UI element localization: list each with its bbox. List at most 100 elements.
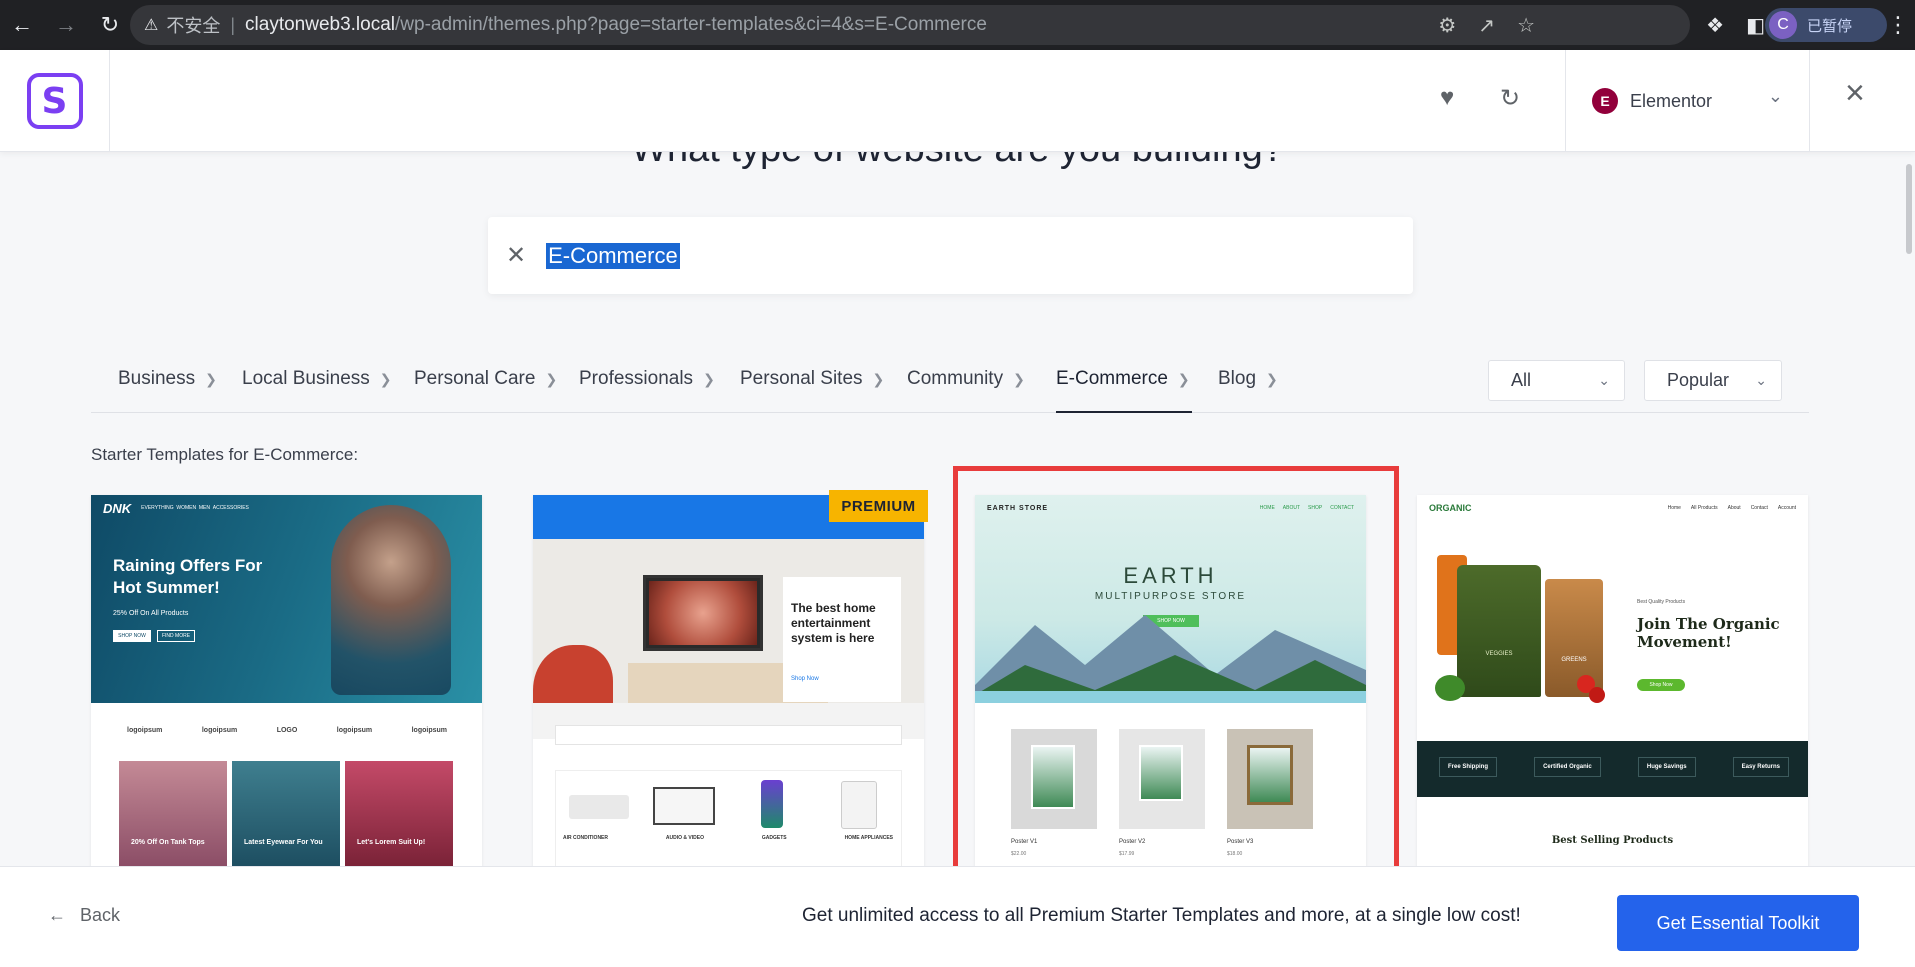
forward-arrow-icon[interactable]: → xyxy=(44,0,88,50)
template-nav-item: About xyxy=(1727,505,1741,511)
results-subtitle: Starter Templates for E-Commerce: xyxy=(91,445,359,464)
translate-icon[interactable]: ⚙ xyxy=(1438,13,1456,38)
category-tab-personal-care[interactable]: Personal Care ❯ xyxy=(414,368,557,413)
category-tab-e-commerce[interactable]: E-Commerce ❯ xyxy=(1056,368,1192,413)
tile-label: Let's Lorem Suit Up! xyxy=(357,839,426,846)
logo-item: logoipsum xyxy=(127,727,163,734)
close-icon[interactable]: × xyxy=(1845,74,1865,113)
page-heading: What type of website are you building? xyxy=(0,152,1915,171)
chevron-down-icon: ⌄ xyxy=(1755,372,1767,388)
category-label: E-Commerce xyxy=(1056,368,1168,389)
product-price: $22.00 xyxy=(1011,851,1027,857)
app-header: S ♥ ↻ E Elementor ⌄ × xyxy=(0,50,1915,152)
category-label: Community xyxy=(907,368,1004,389)
page-scrollbar[interactable] xyxy=(1903,152,1915,866)
template-nav-item: CONTACT xyxy=(1330,505,1354,511)
category-label: Personal Sites xyxy=(740,368,863,389)
template-eyebrow: Best Quality Products xyxy=(1637,599,1686,605)
chevron-down-icon: ❯ xyxy=(872,371,885,387)
category-tab-community[interactable]: Community ❯ xyxy=(907,368,1025,413)
share-icon[interactable]: ↗ xyxy=(1478,13,1495,38)
logo-container: S xyxy=(0,50,110,152)
promo-text: Get unlimited access to all Premium Star… xyxy=(802,905,1521,926)
product-label: AIR CONDITIONER xyxy=(563,835,608,841)
template-btn: SHOP NOW xyxy=(113,630,151,642)
search-box[interactable]: ✕ E-Commerce xyxy=(488,217,1413,294)
reload-icon[interactable]: ↻ xyxy=(88,0,132,50)
bag-label: GREENS xyxy=(1545,579,1603,697)
side-panel-icon[interactable]: ◧ xyxy=(1746,13,1765,38)
product-price: $17.99 xyxy=(1119,851,1135,857)
browser-menu-icon[interactable]: ⋮ xyxy=(1887,0,1909,50)
starter-templates-logo: S xyxy=(26,73,83,129)
get-essential-toolkit-button[interactable]: Get Essential Toolkit xyxy=(1617,895,1859,951)
template-link: Shop Now xyxy=(791,676,819,682)
template-preview: EARTH STORE HOME ABOUT SHOP CONTACT EART… xyxy=(975,495,1366,867)
profile-button[interactable]: C 已暂停 xyxy=(1765,8,1887,42)
back-label: Back xyxy=(80,905,121,925)
chevron-down-icon: ❯ xyxy=(379,371,392,387)
template-preview: ORGANIC Home All Products About Contact … xyxy=(1417,495,1808,867)
category-label: Business xyxy=(118,368,196,389)
template-hero-sub: 25% Off On All Products xyxy=(113,610,189,617)
logo-item: logoipsum xyxy=(411,727,447,734)
type-filter-select[interactable]: All ⌄ xyxy=(1488,360,1625,401)
product-label: AUDIO & VIDEO xyxy=(665,835,704,841)
feature-item: Free Shipping xyxy=(1439,757,1498,777)
category-label: Personal Care xyxy=(414,368,536,389)
warning-icon: ⚠ xyxy=(144,17,159,34)
category-tab-blog[interactable]: Blog ❯ xyxy=(1218,368,1278,413)
chevron-down-icon: ❯ xyxy=(1013,371,1025,387)
category-tab-business[interactable]: Business ❯ xyxy=(118,368,217,413)
heading-clip: What type of website are you building? xyxy=(0,152,1915,172)
extensions-icon[interactable]: ❖ xyxy=(1706,13,1724,38)
page-builder-select[interactable]: E Elementor ⌄ xyxy=(1565,50,1810,152)
template-card-earth-store[interactable]: EARTH STORE HOME ABOUT SHOP CONTACT EART… xyxy=(975,495,1366,867)
sort-select[interactable]: Popular ⌄ xyxy=(1644,360,1782,401)
logo-item: logoipsum xyxy=(201,727,238,734)
chevron-down-icon: ❯ xyxy=(703,371,715,387)
profile-status: 已暂停 xyxy=(1807,16,1853,35)
category-tab-local-business[interactable]: Local Business ❯ xyxy=(242,368,392,413)
scrollbar-thumb[interactable] xyxy=(1906,164,1912,254)
bookmark-star-icon[interactable]: ☆ xyxy=(1517,13,1535,38)
bag-label: VEGGIES xyxy=(1457,565,1541,697)
logo-item: LOGO xyxy=(276,727,298,734)
back-arrow-icon[interactable]: ← xyxy=(0,0,44,50)
chevron-down-icon: ⌄ xyxy=(1598,372,1610,388)
template-brand: ORGANIC xyxy=(1429,503,1472,513)
address-separator: | xyxy=(230,14,236,35)
product-name: Poster V3 xyxy=(1227,839,1254,845)
tile-label: 20% Off On Tank Tops xyxy=(131,839,205,846)
template-card-dnk[interactable]: DNK EVERYTHING WOMEN MEN ACCESSORIES Rai… xyxy=(91,495,482,867)
template-brand: EARTH STORE xyxy=(987,504,1049,512)
template-nav-item: Account xyxy=(1777,505,1796,511)
category-tab-personal-sites[interactable]: Personal Sites ❯ xyxy=(740,368,884,413)
template-preview: The best home entertainment system is he… xyxy=(533,495,924,867)
template-card-electronics[interactable]: The best home entertainment system is he… xyxy=(533,495,924,867)
template-nav-item: SHOP xyxy=(1308,505,1323,511)
back-button[interactable]: ← Back xyxy=(48,905,120,926)
chevron-down-icon: ❯ xyxy=(1266,371,1278,387)
feature-item: Easy Returns xyxy=(1732,757,1789,777)
chevron-down-icon: ❯ xyxy=(205,371,217,387)
footer-bar: ← Back Get unlimited access to all Premi… xyxy=(0,866,1915,967)
clear-search-icon[interactable]: ✕ xyxy=(506,241,526,270)
template-card-organic[interactable]: ORGANIC Home All Products About Contact … xyxy=(1417,495,1808,867)
product-name: Poster V1 xyxy=(1011,839,1038,845)
favorites-heart-icon[interactable]: ♥ xyxy=(1440,84,1454,112)
template-hero-title: Raining Offers For Hot Summer! xyxy=(113,556,263,597)
product-label: HOME APPLIANCES xyxy=(844,835,893,841)
product-name: Poster V2 xyxy=(1119,839,1146,845)
chevron-down-icon: ❯ xyxy=(545,371,558,387)
template-nav-item: ABOUT xyxy=(1282,505,1301,511)
category-tab-professionals[interactable]: Professionals ❯ xyxy=(579,368,715,413)
premium-badge: PREMIUM xyxy=(829,490,928,522)
sync-icon[interactable]: ↻ xyxy=(1500,84,1520,113)
category-label: Professionals xyxy=(579,368,694,389)
category-label: Blog xyxy=(1218,368,1257,389)
template-hero-title: The best home entertainment system is he… xyxy=(791,601,876,645)
type-filter-value: All xyxy=(1511,370,1532,390)
profile-avatar: C xyxy=(1769,11,1797,39)
search-input[interactable]: E-Commerce xyxy=(546,242,680,269)
